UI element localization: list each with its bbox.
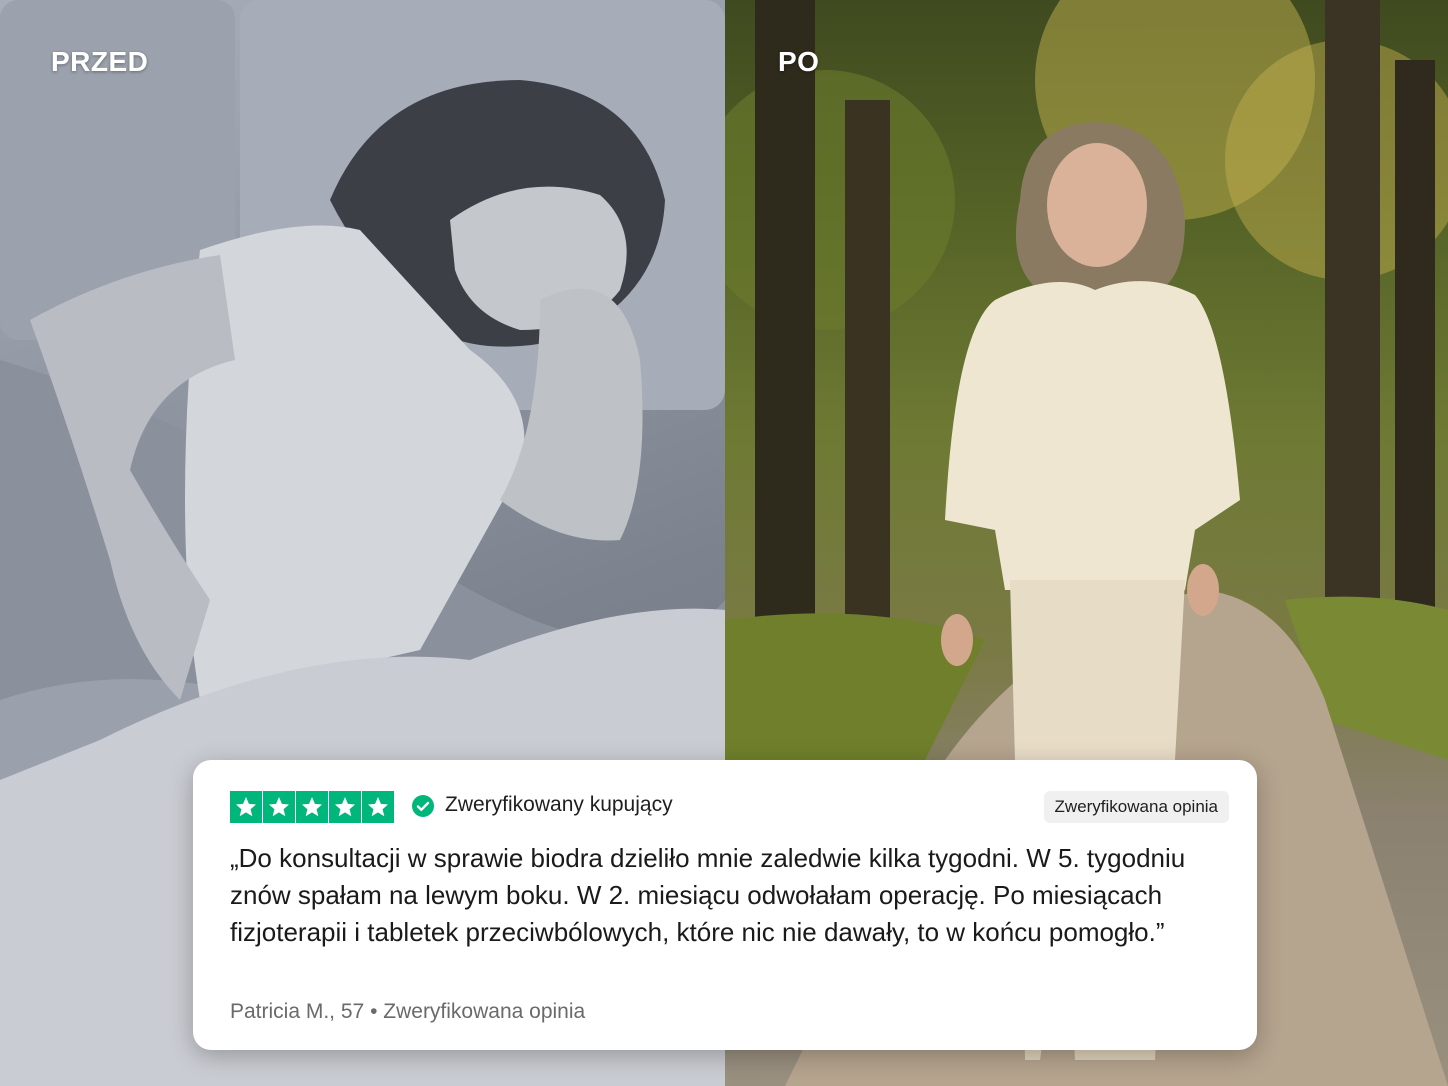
verified-buyer-label: Zweryfikowany kupujący	[445, 793, 673, 816]
review-quote: „Do konsultacji w sprawie biodra dzielił…	[230, 843, 1186, 947]
author-separator: •	[370, 1000, 378, 1023]
author-note: Zweryfikowana opinia	[383, 1000, 586, 1023]
review-author: Patricia M., 57 • Zweryfikowana opinia	[230, 1000, 585, 1024]
star-icon	[362, 791, 394, 823]
after-label: PO	[778, 46, 820, 77]
star-icon	[329, 791, 361, 823]
star-icon	[263, 791, 295, 823]
review-card: Zweryfikowany kupujący Zweryfikowana opi…	[193, 760, 1257, 1050]
star-icon	[296, 791, 328, 823]
check-circle-icon	[412, 795, 434, 817]
star-icon	[230, 791, 262, 823]
verified-review-badge: Zweryfikowana opinia	[1043, 791, 1229, 823]
star-rating	[230, 791, 394, 823]
before-label: PRZED	[51, 46, 149, 77]
author-name: Patricia M., 57	[230, 1000, 365, 1023]
